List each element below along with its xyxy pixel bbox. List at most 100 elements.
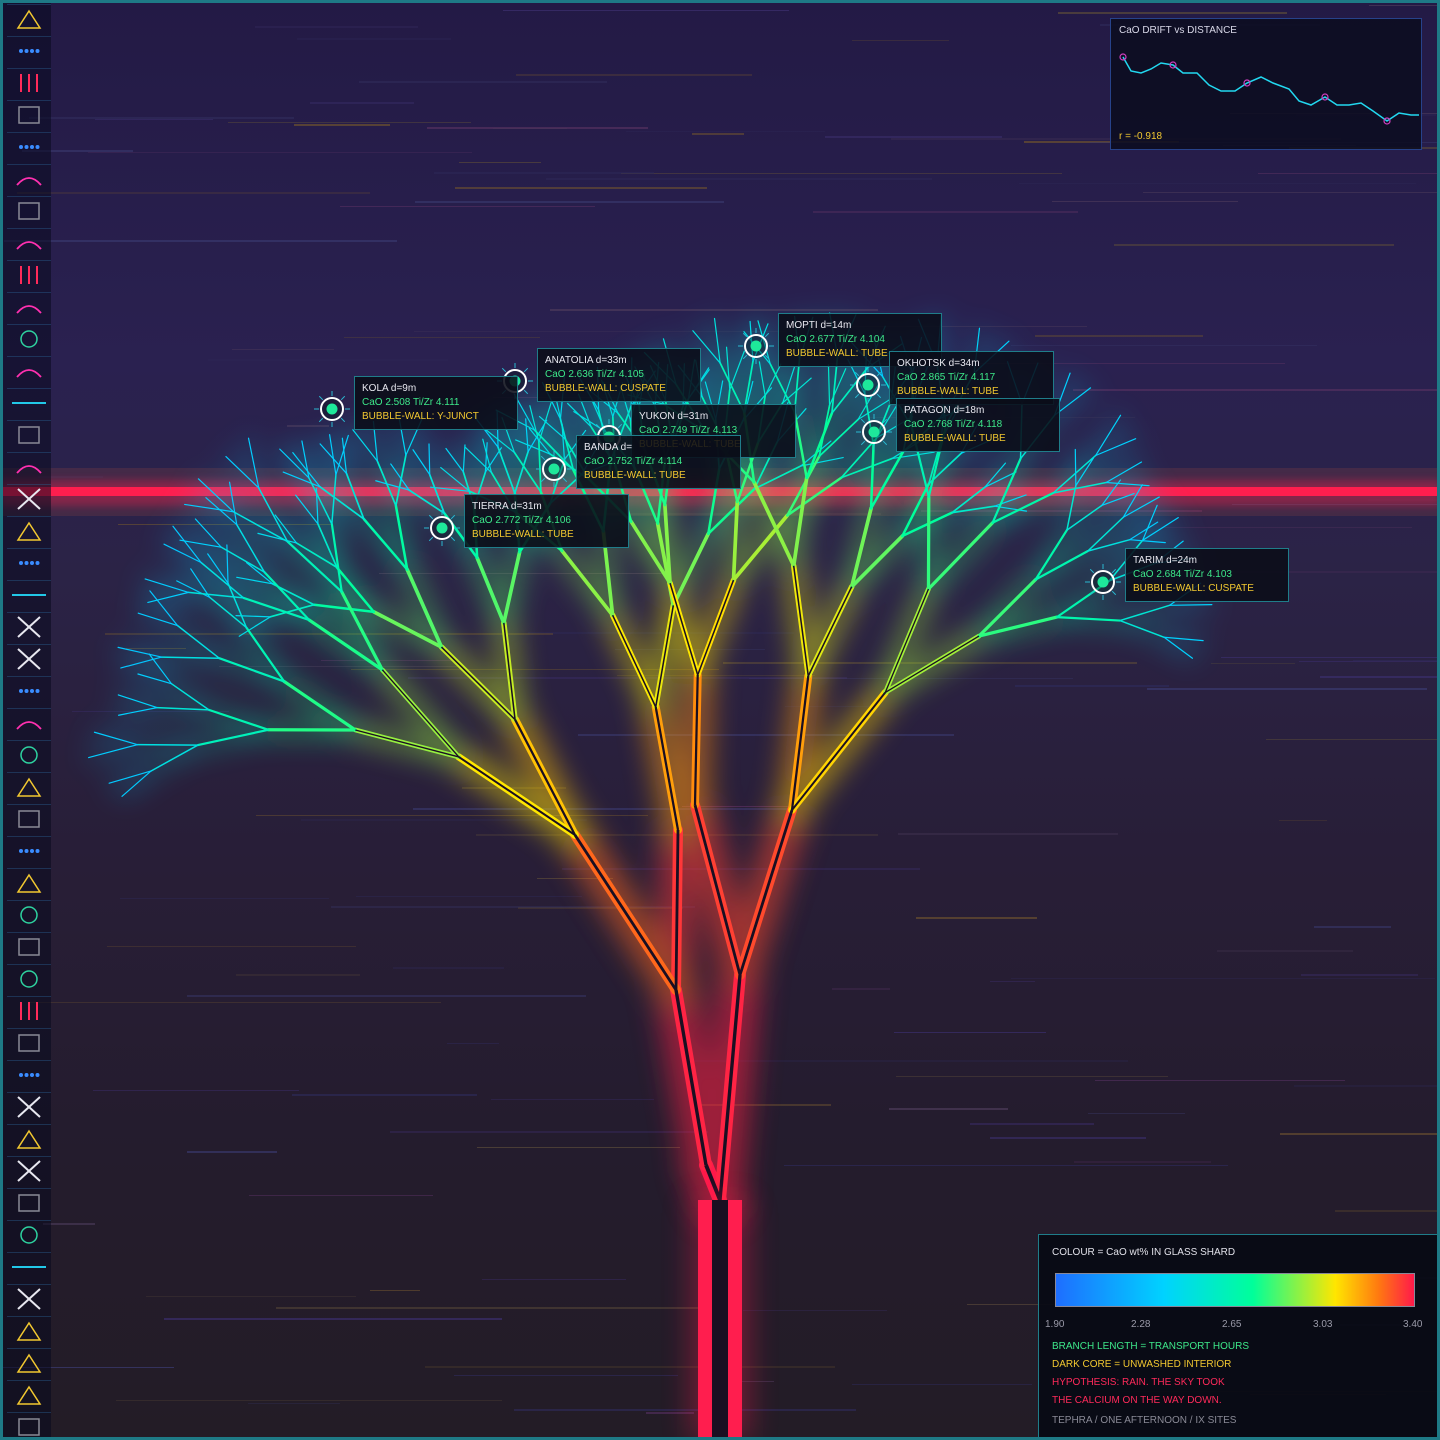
sidebar-tool-dots-icon[interactable] [7,548,51,576]
tree-branch [1074,448,1077,487]
background-streak [813,211,1078,213]
sidebar-tool-arc-icon[interactable] [7,356,51,384]
tree-trunk [690,1200,750,1440]
sidebar-tool-square-icon[interactable] [7,1188,51,1216]
background-streak [256,815,648,816]
site-name: BANDA d= [584,442,633,453]
background-streak [1058,12,1287,14]
background-streak [1162,527,1412,528]
dots-icon [16,136,42,158]
square-icon [16,1192,42,1214]
background-streak [379,573,667,574]
site-bubble-wall: BUBBLE-WALL: TUBE [904,433,1006,444]
sidebar-tool-bars-icon[interactable] [7,68,51,96]
background-streak [255,26,418,28]
sidebar-tool-square-icon[interactable] [7,420,51,448]
sidebar-tool-triangle-icon[interactable] [7,1380,51,1408]
sidebar-tool-dots-icon[interactable] [7,132,51,160]
background-streak [1011,978,1435,979]
background-streak [546,178,932,180]
sidebar-tool-dash-icon[interactable] [7,388,51,416]
sidebar-tool-triangle-icon[interactable] [7,1124,51,1152]
sidebar-tool-dots-icon[interactable] [7,836,51,864]
sidebar-tool-bars-icon[interactable] [7,996,51,1024]
sidebar-tool-dots-icon[interactable] [7,1060,51,1088]
cao-drift-inset: CaO DRIFT vs DISTANCE r = -0.918 [1110,18,1422,150]
site-tooltip[interactable]: KOLA d=9m CaO 2.508 Ti/Zr 4.111 BUBBLE-W… [354,376,518,430]
dots-icon [16,552,42,574]
colour-legend: COLOUR = CaO wt% IN GLASS SHARD 1.90 2.2… [1038,1234,1440,1440]
sidebar-tool-circle-icon[interactable] [7,740,51,768]
sidebar-tool-triangle-icon[interactable] [7,516,51,544]
background-streak [578,734,954,736]
site-name: PATAGON d=18m [904,405,985,416]
site-tooltip[interactable]: ANATOLIA d=33m CaO 2.636 Ti/Zr 4.105 BUB… [537,348,701,402]
square-icon [16,104,42,126]
sidebar-tool-square-icon[interactable] [7,1028,51,1056]
sidebar-tool-triangle-icon[interactable] [7,1316,51,1344]
sidebar-tool-triangle-icon[interactable] [7,868,51,896]
sidebar-tool-square-icon[interactable] [7,196,51,224]
sidebar-tool-square-icon[interactable] [7,804,51,832]
site-name: KOLA d=9m [362,383,417,394]
sidebar-tool-arc-icon[interactable] [7,164,51,192]
background-streak [1294,1085,1440,1087]
background-streak [236,974,360,976]
sidebar-tool-circle-icon[interactable] [7,964,51,992]
tephra-tree-scene [0,0,1440,1440]
sidebar-tool-circle-icon[interactable] [7,324,51,352]
site-name: YUKON d=31m [639,411,709,422]
legend-tick: 1.90 [1045,1319,1065,1330]
sidebar-tool-cross-icon[interactable] [7,1156,51,1184]
sidebar-tool-arc-icon[interactable] [7,292,51,320]
background-streak [232,349,334,350]
sidebar-tool-cross-icon[interactable] [7,1284,51,1312]
site-name: OKHOTSK d=34m [897,358,980,369]
sidebar-tool-circle-icon[interactable] [7,1220,51,1248]
tree-branch [93,731,139,746]
sidebar-tool-dots-icon[interactable] [7,36,51,64]
background-streak [455,187,707,189]
sidebar-tool-square-icon[interactable] [7,932,51,960]
tree-branch [671,531,711,608]
site-tooltip[interactable]: TARIM d=24m CaO 2.684 Ti/Zr 4.103 BUBBLE… [1125,548,1289,602]
background-streak [646,1412,694,1414]
sidebar-tool-square-icon[interactable] [7,100,51,128]
cross-icon [16,1095,42,1118]
background-streak [294,124,390,126]
sidebar-tool-arc-icon[interactable] [7,708,51,736]
sidebar-tool-triangle-icon[interactable] [7,4,51,32]
sidebar-tool-bars-icon[interactable] [7,260,51,288]
sidebar-tool-dots-icon[interactable] [7,676,51,704]
cross-icon [16,615,42,638]
sidebar-tool-arc-icon[interactable] [7,228,51,256]
sidebar-tool-cross-icon[interactable] [7,1092,51,1120]
sidebar-tool-dash-icon[interactable] [7,1252,51,1280]
sidebar-tool-square-icon[interactable] [7,1412,51,1440]
background-streak [477,1147,680,1148]
background-streak [29,117,294,119]
sidebar-tool-cross-icon[interactable] [7,612,51,640]
site-tooltip[interactable]: OKHOTSK d=34m CaO 2.865 Ti/Zr 4.117 BUBB… [889,351,1054,405]
background-streak [1217,950,1353,952]
background-streak [1353,660,1440,661]
background-streak [682,0,914,1]
sidebar-tool-triangle-icon[interactable] [7,1348,51,1376]
sidebar-tool-cross-icon[interactable] [7,484,51,512]
background-streak [896,1076,1168,1077]
sidebar-tool-cross-icon[interactable] [7,644,51,672]
sidebar-tool-arc-icon[interactable] [7,452,51,480]
background-streak [1073,389,1440,391]
background-streak [390,1131,708,1133]
site-tooltip[interactable]: PATAGON d=18m CaO 2.768 Ti/Zr 4.118 BUBB… [896,398,1060,452]
background-streak [621,173,1062,174]
site-tooltip[interactable]: BANDA d= CaO 2.752 Ti/Zr 4.114 BUBBLE-WA… [576,435,741,489]
sidebar-tool-triangle-icon[interactable] [7,772,51,800]
tree-branch [176,624,221,659]
site-name: TARIM d=24m [1133,555,1197,566]
background-streak [1088,1113,1185,1114]
site-tooltip[interactable]: TIERRA d=31m CaO 2.772 Ti/Zr 4.106 BUBBL… [464,494,629,548]
background-streak [1221,657,1440,658]
sidebar-tool-dash-icon[interactable] [7,580,51,608]
sidebar-tool-circle-icon[interactable] [7,900,51,928]
